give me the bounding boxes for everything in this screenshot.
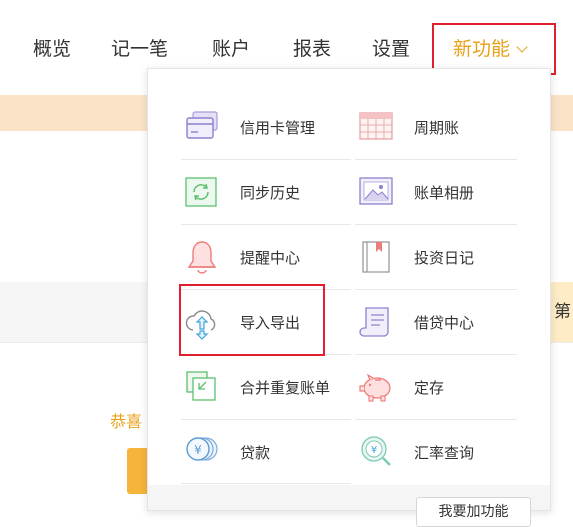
loan-coins-icon: ¥ xyxy=(186,437,218,461)
calendar-icon xyxy=(359,112,393,140)
nav-settings[interactable]: 设置 xyxy=(372,36,410,62)
menu-item-label: 周期账 xyxy=(414,119,460,137)
menu-item-label: 合并重复账单 xyxy=(240,379,331,397)
menu-item-label: 汇率查询 xyxy=(414,444,475,462)
highlight-import-export xyxy=(179,284,325,356)
divider xyxy=(181,159,351,160)
divider xyxy=(181,224,351,225)
menu-item-label: 信用卡管理 xyxy=(240,119,316,137)
sync-icon xyxy=(185,177,217,207)
divider xyxy=(355,289,517,290)
bell-icon xyxy=(187,241,217,274)
menu-item-lending-center[interactable]: 借贷中心 xyxy=(358,304,508,344)
menu-item-bill-album[interactable]: 账单相册 xyxy=(358,174,508,214)
add-feature-button[interactable]: 我要加功能 xyxy=(416,497,531,527)
divider xyxy=(181,419,351,420)
menu-item-label: 贷款 xyxy=(240,444,271,462)
merge-icon xyxy=(186,371,216,401)
menu-item-label: 定存 xyxy=(414,379,445,397)
menu-item-loan[interactable]: ¥ 贷款 xyxy=(184,434,344,474)
nav-accounts[interactable]: 账户 xyxy=(212,36,250,62)
menu-item-periodic[interactable]: 周期账 xyxy=(358,109,508,149)
divider xyxy=(181,483,351,484)
photo-album-icon xyxy=(359,177,393,205)
menu-item-fixed-deposit[interactable]: 定存 xyxy=(358,369,508,409)
congrats-text: 恭喜 xyxy=(110,412,143,431)
menu-item-merge-bills[interactable]: 合并重复账单 xyxy=(184,369,354,409)
nav-overview[interactable]: 概览 xyxy=(33,36,71,62)
divider xyxy=(355,419,517,420)
diary-icon xyxy=(362,241,390,273)
side-tab[interactable]: 第 xyxy=(548,282,573,342)
piggy-bank-icon xyxy=(359,373,391,402)
exchange-search-icon: ¥ xyxy=(361,436,391,466)
divider xyxy=(355,224,517,225)
menu-item-credit-card[interactable]: 信用卡管理 xyxy=(184,109,344,149)
menu-item-label: 投资日记 xyxy=(414,249,475,267)
svg-text:¥: ¥ xyxy=(371,445,377,456)
divider xyxy=(355,354,517,355)
nav-reports[interactable]: 报表 xyxy=(293,36,331,62)
nav-record[interactable]: 记一笔 xyxy=(111,36,168,62)
menu-item-reminders[interactable]: 提醒中心 xyxy=(184,239,344,279)
credit-card-icon xyxy=(186,111,218,139)
menu-item-label: 同步历史 xyxy=(240,184,301,202)
divider xyxy=(355,159,517,160)
menu-item-label: 账单相册 xyxy=(414,184,475,202)
svg-text:¥: ¥ xyxy=(194,443,202,457)
menu-item-exchange-rate[interactable]: ¥ 汇率查询 xyxy=(358,434,508,474)
scroll-icon xyxy=(359,307,389,337)
menu-item-label: 提醒中心 xyxy=(240,249,301,267)
menu-item-sync-history[interactable]: 同步历史 xyxy=(184,174,344,214)
menu-item-investment-diary[interactable]: 投资日记 xyxy=(358,239,508,279)
menu-item-label: 借贷中心 xyxy=(414,314,475,332)
